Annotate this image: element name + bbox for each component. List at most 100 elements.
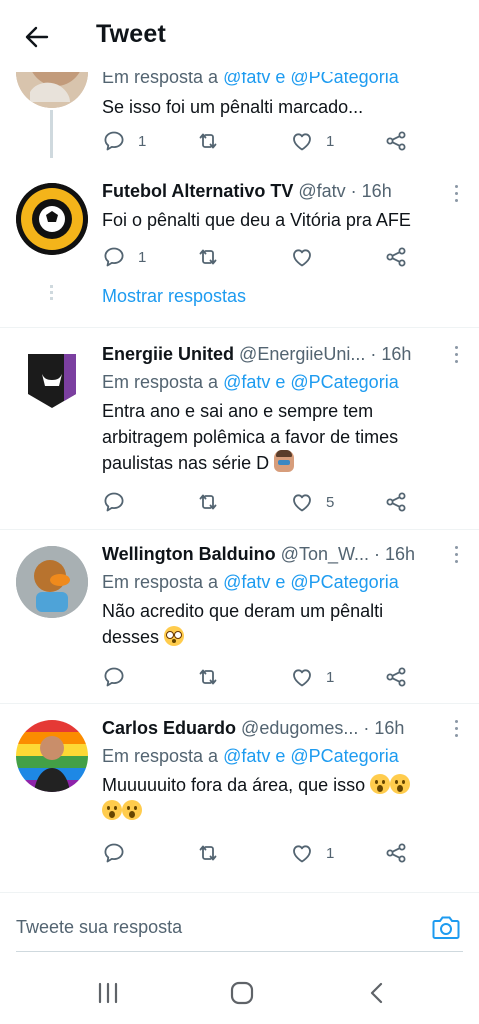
share-button[interactable] [384,128,408,154]
back-arrow-icon [25,26,49,48]
hushed-face-emoji-icon [390,774,411,794]
user-handle[interactable]: @fatv [298,181,345,201]
reply-to-handles[interactable]: @fatv e @PCategoria [223,746,399,766]
share-icon [384,490,408,514]
tweet-actions: 1 [102,664,412,690]
avatar-photo [16,546,88,618]
avatar[interactable] [16,720,88,792]
retweet-icon [196,129,220,153]
hushed-face-emoji-icon [122,800,142,820]
tweet-reply[interactable]: Carlos Eduardo @edugomes... · 16h Em res… [0,704,479,880]
retweet-icon [196,841,220,865]
tweet-text: Entra ano e sai ano e sempre tem arbitra… [102,401,399,473]
display-name[interactable]: Futebol Alternativo TV [102,181,293,201]
tweet-reply[interactable]: Wellington Balduino @Ton_W... · 16h Em r… [0,530,479,702]
retweet-icon [196,665,220,689]
user-handle[interactable]: @edugomes... [241,718,358,738]
like-button[interactable]: 1 [290,664,334,690]
home-icon [230,981,254,1005]
thread-line [50,110,53,158]
avatar[interactable] [16,344,88,416]
reply-input[interactable]: Tweete sua resposta [16,917,182,938]
share-icon [384,841,408,865]
like-button[interactable]: 5 [290,489,334,515]
like-button[interactable]: 1 [290,128,334,154]
share-icon [384,245,408,269]
back-button[interactable] [20,20,54,54]
like-icon [290,841,314,865]
reply-icon [102,129,126,153]
reply-button[interactable] [102,840,138,866]
tweet-text: Não acredito que deram um pênalti desses [102,601,384,647]
reply-icon [102,245,126,269]
tweet-actions: 1 [102,244,412,270]
avatar[interactable] [16,546,88,618]
share-button[interactable] [384,244,408,270]
like-button[interactable]: 1 [290,840,334,866]
tweet-time: · 16h [374,544,416,564]
share-button[interactable] [384,840,408,866]
more-icon[interactable] [453,720,459,738]
reply-to-handles[interactable]: @fatv e @PCategoria [223,572,399,592]
reply-to-line: Em resposta a @fatv e @PCategoria [102,372,399,392]
recents-icon [98,982,118,1004]
reply-to-handles[interactable]: @fatv e @PCategoria [223,372,399,392]
user-handle[interactable]: @EnergiieUni... [239,344,365,364]
tweet-text: Foi o pênalti que deu a Vitória pra AFE [102,210,411,230]
like-icon [290,245,314,269]
more-icon[interactable] [453,346,459,364]
retweet-button[interactable] [196,128,232,154]
tweet-actions: 1 1 [102,128,412,154]
tweet-body: Carlos Eduardo @edugomes... · 16h Em res… [102,716,463,824]
tweet-time: · 16h [370,344,412,364]
home-button[interactable] [228,980,256,1006]
reply-icon [102,665,126,689]
retweet-button[interactable] [196,244,232,270]
reply-button[interactable]: 1 [102,244,146,270]
retweet-icon [196,490,220,514]
show-replies-link[interactable]: Mostrar respostas [102,286,246,307]
retweet-button[interactable] [196,664,232,690]
tweet-text: Muuuuuito fora da área, que isso [102,772,463,824]
tweet-body: Em resposta a @fatv e @PCategoria Se iss… [102,64,463,121]
retweet-icon [196,245,220,269]
flushed-face-emoji-icon [164,626,185,646]
like-icon [290,129,314,153]
tweet-reply[interactable]: Energiie United @EnergiieUni... · 16h Em… [0,328,479,528]
tweet-time: · 16h [350,181,392,201]
reply-button[interactable]: 1 [102,128,146,154]
reply-button[interactable] [102,664,138,690]
display-name[interactable]: Wellington Balduino [102,544,276,564]
display-name[interactable]: Carlos Eduardo [102,718,236,738]
reply-composer: Tweete sua resposta [0,892,479,962]
like-icon [290,665,314,689]
hushed-face-emoji-icon [370,774,391,794]
camera-icon [432,916,460,939]
tweet-body: Energiie United @EnergiieUni... · 16h Em… [102,342,463,476]
share-button[interactable] [384,664,408,690]
nav-back-icon [370,982,383,1004]
thread-dots [50,285,53,303]
recents-button[interactable] [94,980,122,1006]
share-button[interactable] [384,489,408,515]
reply-to-line: Em resposta a @fatv e @PCategoria [102,572,399,592]
tweet-actions: 1 [102,840,412,866]
top-app-bar: Tweet [0,0,479,72]
avatar[interactable] [16,183,88,255]
system-back-button[interactable] [364,980,392,1006]
reply-button[interactable] [102,489,138,515]
like-button[interactable] [290,244,326,270]
share-icon [384,129,408,153]
retweet-button[interactable] [196,840,232,866]
camera-button[interactable] [431,913,461,941]
more-icon[interactable] [453,185,459,203]
display-name[interactable]: Energiie United [102,344,234,364]
tweet-body: Futebol Alternativo TV @fatv · 16h Foi o… [102,179,463,234]
retweet-button[interactable] [196,489,232,515]
user-handle[interactable]: @Ton_W... [281,544,369,564]
share-icon [384,665,408,689]
more-icon[interactable] [453,546,459,564]
page-title: Tweet [96,20,166,48]
like-icon [290,490,314,514]
fatv-logo [16,183,88,255]
